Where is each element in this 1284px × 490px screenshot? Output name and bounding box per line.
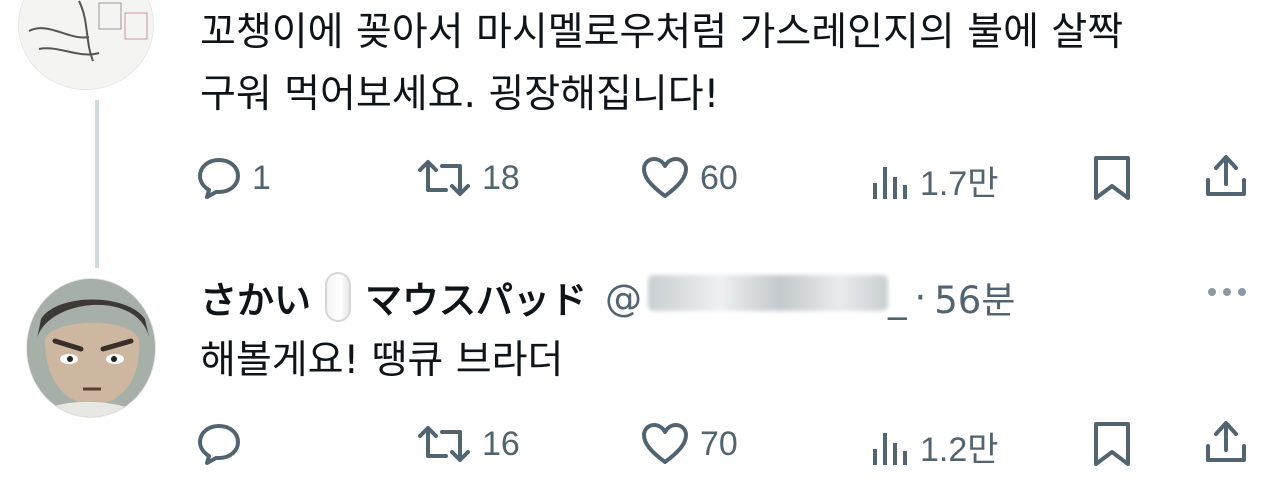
bookmark-icon [1094, 422, 1130, 466]
avatar[interactable] [18, 0, 154, 90]
handle-blurred [648, 274, 888, 311]
bookmark-icon [1094, 156, 1130, 200]
reply-button[interactable]: 1 [196, 156, 271, 200]
separator-dot: · [914, 275, 927, 319]
bookmark-button[interactable] [1092, 154, 1132, 202]
display-name[interactable]: さかい [200, 270, 311, 324]
repost-count: 16 [482, 424, 520, 463]
heart-icon [642, 157, 688, 198]
tweet-text-line-2: 구워 먹어보세요. 굉장해집니다! [200, 72, 720, 117]
like-button[interactable]: 70 [640, 422, 738, 466]
like-button[interactable]: 60 [640, 156, 738, 200]
views-button[interactable]: 1.7만 [870, 156, 999, 205]
views-button[interactable]: 1.2만 [870, 422, 999, 471]
repost-button[interactable]: 18 [416, 156, 520, 200]
tweet-text: 해볼게요! 땡큐 브라더 [200, 338, 564, 383]
reply-button[interactable] [196, 422, 252, 466]
tweet-text: 꼬챙이에 꽂아서 마시멜로우처럼 가스레인지의 불에 살짝 구워 먹어보세요. … [200, 2, 1123, 126]
reply-icon [198, 424, 240, 465]
views-count: 1.2만 [920, 431, 999, 469]
views-icon [873, 432, 907, 465]
repost-icon [418, 160, 470, 196]
handle-prefix: @ [605, 276, 642, 320]
repost-icon [418, 426, 470, 462]
heart-icon [642, 423, 688, 464]
avatar[interactable] [26, 278, 156, 418]
reply-icon [198, 158, 240, 199]
handle-tail: _ [888, 276, 907, 320]
share-button[interactable] [1204, 418, 1248, 466]
handle[interactable]: @ _ [605, 274, 907, 320]
like-count: 70 [700, 424, 738, 463]
tweet-header: さかい マウスパッド @ _ · 56분 [200, 270, 1015, 324]
like-count: 60 [700, 158, 738, 197]
views-count: 1.7만 [920, 165, 999, 203]
tweet-text-line-1: 꼬챙이에 꽂아서 마시멜로우처럼 가스레인지의 불에 살짝 [200, 10, 1124, 55]
timestamp[interactable]: 56분 [934, 270, 1015, 324]
thread-line [95, 100, 99, 268]
bookmark-button[interactable] [1092, 420, 1132, 468]
display-name-suffix[interactable]: マウスパッド [365, 270, 587, 324]
reply-count: 1 [252, 158, 271, 197]
views-icon [873, 166, 907, 199]
more-icon[interactable] [1208, 288, 1246, 296]
share-icon [1206, 155, 1246, 196]
repost-count: 18 [482, 158, 520, 197]
mouse-emoji-icon [325, 272, 351, 322]
share-icon [1206, 421, 1246, 462]
repost-button[interactable]: 16 [416, 422, 520, 466]
share-button[interactable] [1204, 152, 1248, 200]
